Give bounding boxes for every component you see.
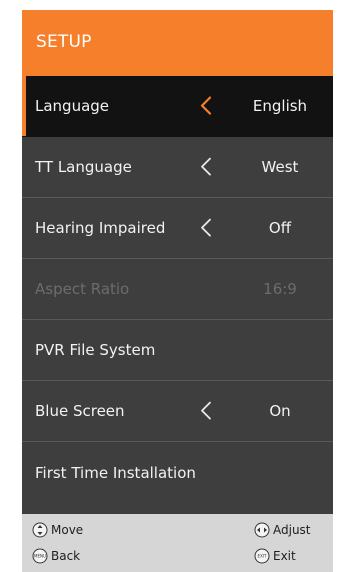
move-hint-label: Move [51, 523, 84, 537]
menu-item-value: English [252, 97, 308, 115]
menu-item-label: Blue Screen [35, 402, 125, 420]
menu-item-label: PVR File System [35, 341, 156, 359]
chevron-left-icon[interactable] [200, 157, 212, 177]
menu-item-hearing-impaired[interactable]: Hearing Impaired Off [22, 198, 333, 259]
menu-item-label: First Time Installation [35, 464, 196, 482]
left-right-button-icon [254, 522, 270, 538]
back-hint-label: Back [51, 549, 81, 563]
menu-item-label: Hearing Impaired [35, 219, 166, 237]
menu-item-blue-screen[interactable]: Blue Screen On [22, 381, 333, 442]
menu-item-aspect-ratio: Aspect Ratio 16:9 [22, 259, 333, 320]
menu-item-language[interactable]: Language English [22, 76, 333, 137]
menu-item-tt-language[interactable]: TT Language West [22, 137, 333, 198]
menu-button-icon: MENU [32, 548, 48, 564]
menu-item-pvr-file-system[interactable]: PVR File System [22, 320, 333, 381]
exit-hint: EXIT Exit [254, 548, 296, 564]
page-title: SETUP [36, 32, 92, 52]
menu-item-label: TT Language [35, 158, 132, 176]
setup-menu-panel: SETUP Language English TT Language West … [22, 10, 333, 572]
menu-item-value: On [269, 402, 291, 420]
move-hint: Move [32, 522, 83, 538]
exit-button-icon: EXIT [254, 548, 270, 564]
menu-item-value: Off [268, 219, 292, 237]
chevron-left-icon[interactable] [200, 401, 212, 421]
menu-item-value: West [261, 158, 299, 176]
up-down-button-icon [32, 522, 48, 538]
exit-hint-label: Exit [273, 549, 296, 563]
adjust-hint: Adjust [254, 522, 311, 538]
back-hint: MENU Back [32, 548, 80, 564]
menu-item-first-time-installation[interactable]: First Time Installation [22, 442, 333, 504]
key-hint-bar: Move MENU Back Adjust EXIT Exit [22, 514, 333, 572]
adjust-hint-label: Adjust [273, 523, 311, 537]
menu-item-value: 16:9 [263, 280, 297, 298]
chevron-left-icon[interactable] [200, 96, 212, 116]
menu-header: SETUP [22, 10, 333, 76]
menu-button-icon-text: MENU [34, 554, 46, 559]
settings-list: Language English TT Language West Hearin… [22, 76, 333, 504]
menu-item-label: Aspect Ratio [35, 280, 130, 298]
chevron-left-icon[interactable] [200, 218, 212, 238]
exit-button-icon-text: EXIT [258, 554, 267, 559]
menu-item-label: Language [35, 97, 110, 115]
